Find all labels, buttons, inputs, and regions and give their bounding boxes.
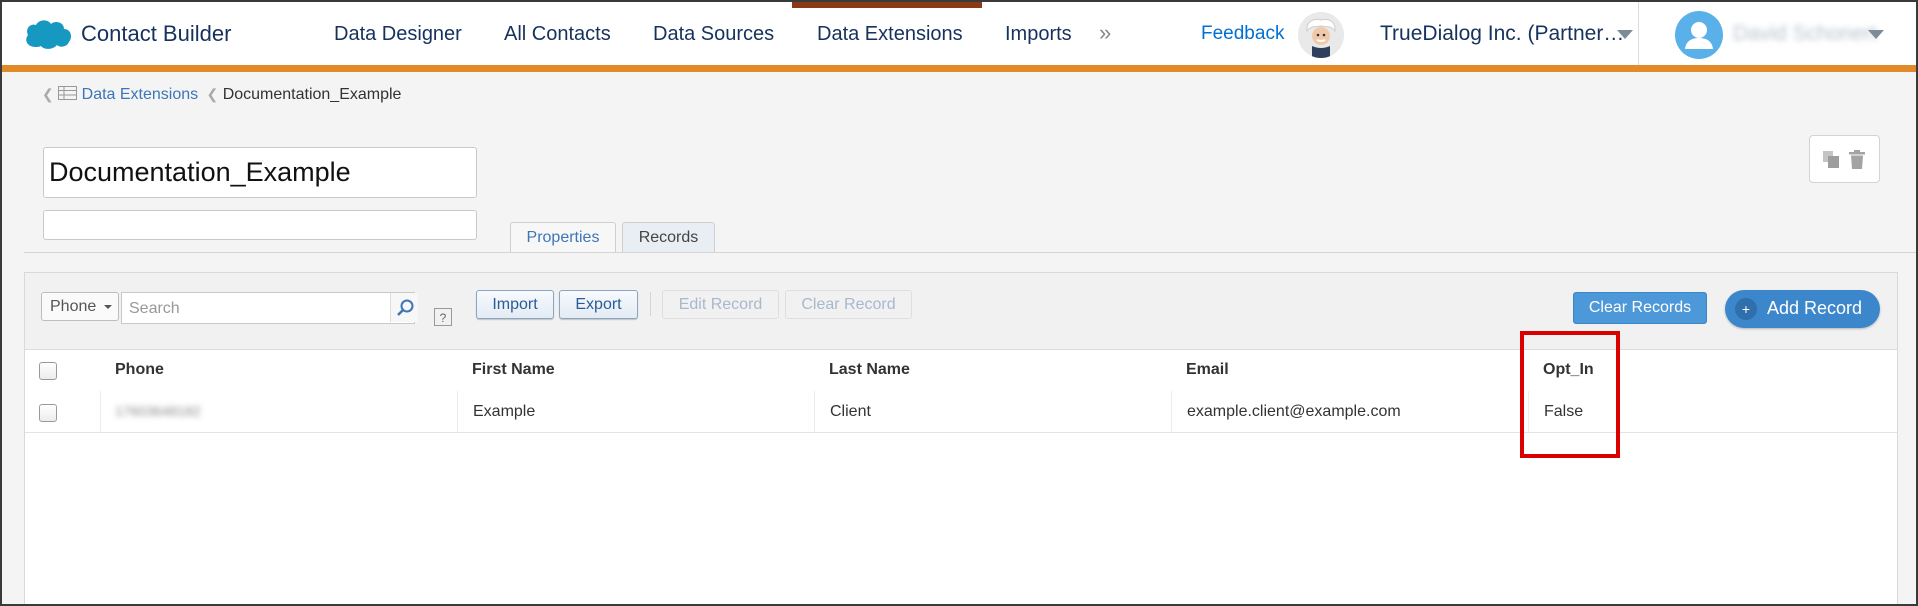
select-all-checkbox[interactable]: [39, 362, 57, 380]
nav-imports[interactable]: Imports: [1005, 23, 1072, 46]
export-button[interactable]: Export: [559, 290, 638, 319]
opt-in-highlight-box: [1520, 331, 1620, 458]
column-separator: [1171, 391, 1172, 432]
toolbar-divider: [650, 292, 651, 316]
dropdown-caret-icon: [104, 305, 112, 309]
org-switcher[interactable]: TrueDialog Inc. (Partner…: [1380, 22, 1624, 46]
plus-icon: +: [1735, 298, 1757, 320]
nav-data-designer[interactable]: Data Designer: [334, 23, 462, 46]
extension-actions: [1809, 135, 1880, 183]
cell-phone: 17603648182: [115, 403, 201, 419]
filter-field-select[interactable]: Phone: [41, 292, 119, 321]
filter-field-value: Phone: [50, 298, 97, 315]
extension-name-field[interactable]: Documentation_Example: [43, 147, 477, 198]
clear-records-button[interactable]: Clear Records: [1573, 292, 1707, 324]
nav-data-sources[interactable]: Data Sources: [653, 23, 774, 46]
column-separator: [100, 391, 101, 432]
cell-first-name: Example: [473, 403, 536, 420]
more-nav-icon[interactable]: »: [1099, 20, 1111, 46]
column-separator: [814, 391, 815, 432]
column-header-last-name[interactable]: Last Name: [829, 361, 910, 379]
column-separator: [457, 391, 458, 432]
einstein-avatar-icon[interactable]: [1298, 12, 1344, 58]
app-title[interactable]: Contact Builder: [81, 21, 231, 47]
row-checkbox[interactable]: [39, 404, 57, 422]
header-divider: [1638, 2, 1639, 65]
add-record-button[interactable]: + Add Record: [1725, 290, 1880, 328]
column-header-email[interactable]: Email: [1186, 361, 1229, 379]
breadcrumb-chevron-icon: ❮: [42, 86, 54, 102]
breadcrumb-chevron-icon: ❮: [202, 86, 219, 102]
salesforce-cloud-icon[interactable]: [22, 17, 74, 53]
search-button[interactable]: [390, 293, 418, 322]
org-caret-icon[interactable]: [1617, 30, 1633, 39]
breadcrumb-data-extensions-link[interactable]: Data Extensions: [82, 86, 199, 103]
search-input[interactable]: Search: [121, 292, 415, 324]
trash-icon[interactable]: [1849, 150, 1865, 169]
extension-description-field[interactable]: [43, 210, 477, 240]
edit-record-button[interactable]: Edit Record: [662, 290, 779, 319]
import-button[interactable]: Import: [476, 290, 554, 319]
breadcrumb: ❮ Data Extensions ❮ Documentation_Exampl…: [42, 86, 401, 104]
user-caret-icon[interactable]: [1868, 30, 1884, 39]
add-record-label: Add Record: [1767, 298, 1863, 318]
header-accent-bar: [2, 65, 1916, 72]
table-icon: [58, 86, 78, 100]
contact-builder-window: Contact Builder Data Designer All Contac…: [0, 0, 1918, 606]
help-icon[interactable]: ?: [434, 308, 452, 326]
feedback-link[interactable]: Feedback: [1201, 23, 1284, 45]
cell-last-name: Client: [830, 403, 871, 420]
tab-records[interactable]: Records: [622, 222, 715, 252]
nav-data-extensions[interactable]: Data Extensions: [817, 23, 963, 46]
top-header: Contact Builder Data Designer All Contac…: [2, 2, 1916, 72]
breadcrumb-current: Documentation_Example: [222, 86, 402, 103]
search-icon: [397, 299, 414, 316]
user-name[interactable]: David Schonert: [1733, 22, 1877, 46]
copy-icon[interactable]: [1822, 150, 1841, 169]
column-header-first-name[interactable]: First Name: [472, 361, 555, 379]
column-header-phone[interactable]: Phone: [115, 361, 164, 379]
cell-email: example.client@example.com: [1187, 403, 1401, 420]
user-avatar-icon[interactable]: [1675, 11, 1723, 59]
nav-all-contacts[interactable]: All Contacts: [504, 23, 611, 46]
tab-divider: [24, 252, 1916, 253]
tab-properties[interactable]: Properties: [510, 222, 616, 252]
clear-record-button[interactable]: Clear Record: [785, 290, 912, 319]
